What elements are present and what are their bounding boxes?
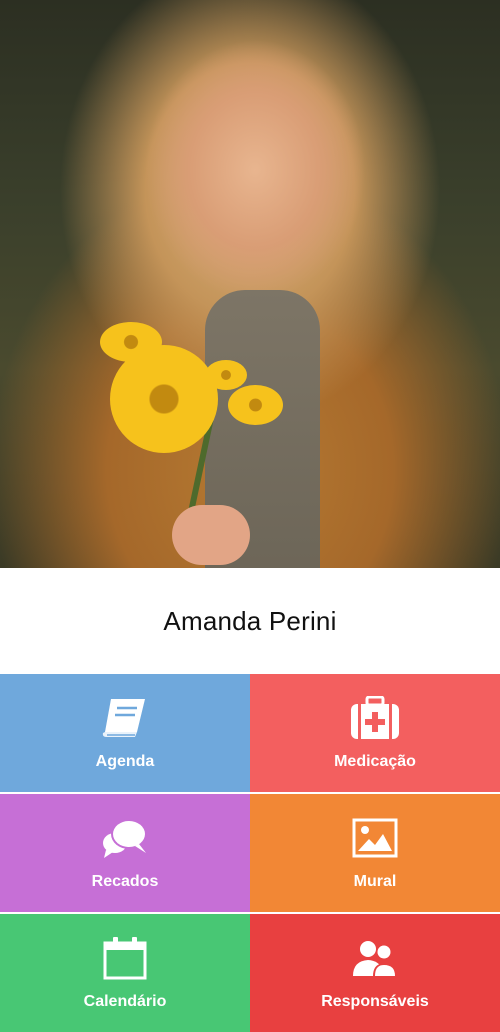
menu-label-medicacao: Medicação: [334, 753, 416, 770]
menu-label-recados: Recados: [91, 873, 159, 890]
profile-photo: [0, 0, 500, 568]
calendar-icon: [100, 935, 150, 981]
first-aid-kit-icon: [350, 695, 400, 741]
menu-grid: Agenda Medicação Recados Mural Calendári…: [0, 674, 500, 1032]
picture-icon: [350, 815, 400, 861]
menu-tile-medicacao[interactable]: Medicação: [250, 674, 500, 792]
menu-tile-mural[interactable]: Mural: [250, 794, 500, 912]
menu-label-agenda: Agenda: [95, 753, 155, 770]
profile-name-bar: Amanda Perini: [0, 568, 500, 674]
menu-label-calendario: Calendário: [83, 993, 167, 1010]
chat-bubbles-icon: [100, 815, 150, 861]
menu-tile-responsaveis[interactable]: Responsáveis: [250, 914, 500, 1032]
menu-label-mural: Mural: [353, 873, 397, 890]
menu-tile-recados[interactable]: Recados: [0, 794, 250, 912]
users-icon: [350, 935, 400, 981]
menu-tile-calendario[interactable]: Calendário: [0, 914, 250, 1032]
profile-name: Amanda Perini: [163, 605, 337, 636]
menu-tile-agenda[interactable]: Agenda: [0, 674, 250, 792]
book-icon: [100, 695, 150, 741]
menu-label-responsaveis: Responsáveis: [321, 993, 429, 1010]
